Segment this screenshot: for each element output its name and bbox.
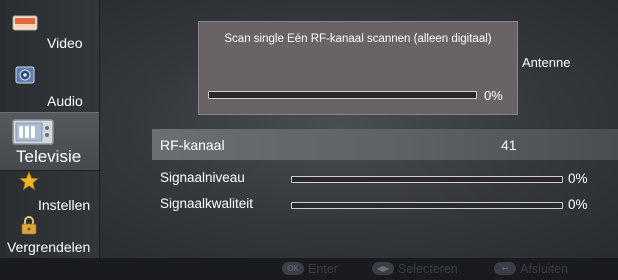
signal-quality-bar (291, 202, 563, 209)
signal-level-value: 0% (568, 171, 588, 186)
signal-quality-label: Signaalkwaliteit (160, 196, 254, 211)
footer-hint-label: Selecteren (398, 262, 458, 276)
video-icon (12, 14, 38, 37)
signal-quality-row: Signaalkwaliteit 0% (152, 193, 618, 217)
sidebar-item-instellen[interactable]: Instellen (0, 170, 99, 215)
sidebar-item-audio[interactable]: Audio (0, 58, 99, 110)
ok-button-icon: OK (282, 262, 304, 275)
sidebar-menu: Video Audio Televisie Instellen Vergrend… (0, 0, 100, 258)
back-icon: ↩ (494, 262, 516, 275)
signal-quality-value: 0% (568, 197, 588, 212)
sidebar-item-label: Televisie (16, 147, 82, 166)
scan-dialog: Scan single Eén RF-kanaal scannen (allee… (198, 21, 518, 115)
scan-dialog-title: Scan single Eén RF-kanaal scannen (allee… (224, 33, 492, 45)
signal-level-row: Signaalniveau 0% (152, 167, 618, 191)
dpad-icon: ◀▶ (372, 262, 394, 275)
rf-channel-value: 41 (501, 137, 517, 153)
rf-channel-row[interactable]: RF-kanaal 41 (152, 129, 618, 160)
rf-channel-label: RF-kanaal (160, 137, 225, 153)
signal-level-bar (291, 176, 563, 183)
audio-icon (15, 66, 35, 89)
footer-hint-label: Afsluiten (520, 262, 568, 276)
star-icon (18, 170, 40, 196)
sidebar-item-label: Video (47, 35, 83, 51)
sidebar-item-televisie[interactable]: Televisie (0, 112, 99, 171)
tv-screen: Video Audio Televisie Instellen Vergrend… (0, 0, 618, 280)
lock-icon (20, 215, 38, 240)
signal-level-label: Signaalniveau (160, 170, 245, 185)
sidebar-item-label: Audio (47, 93, 83, 109)
scan-progress-text: 0% (484, 88, 503, 103)
sidebar-item-video[interactable]: Video (0, 0, 99, 56)
antenne-label: Antenne (522, 55, 571, 70)
footer-hints: OK Enter ◀▶ Selecteren ↩ Afsluiten (0, 258, 618, 280)
sidebar-item-vergrendelen[interactable]: Vergrendelen (0, 215, 99, 258)
sidebar-item-label: Instellen (38, 197, 91, 213)
sidebar-item-label: Vergrendelen (7, 239, 91, 255)
footer-hint-label: Enter (308, 262, 338, 276)
scan-progress-bar (208, 91, 477, 99)
